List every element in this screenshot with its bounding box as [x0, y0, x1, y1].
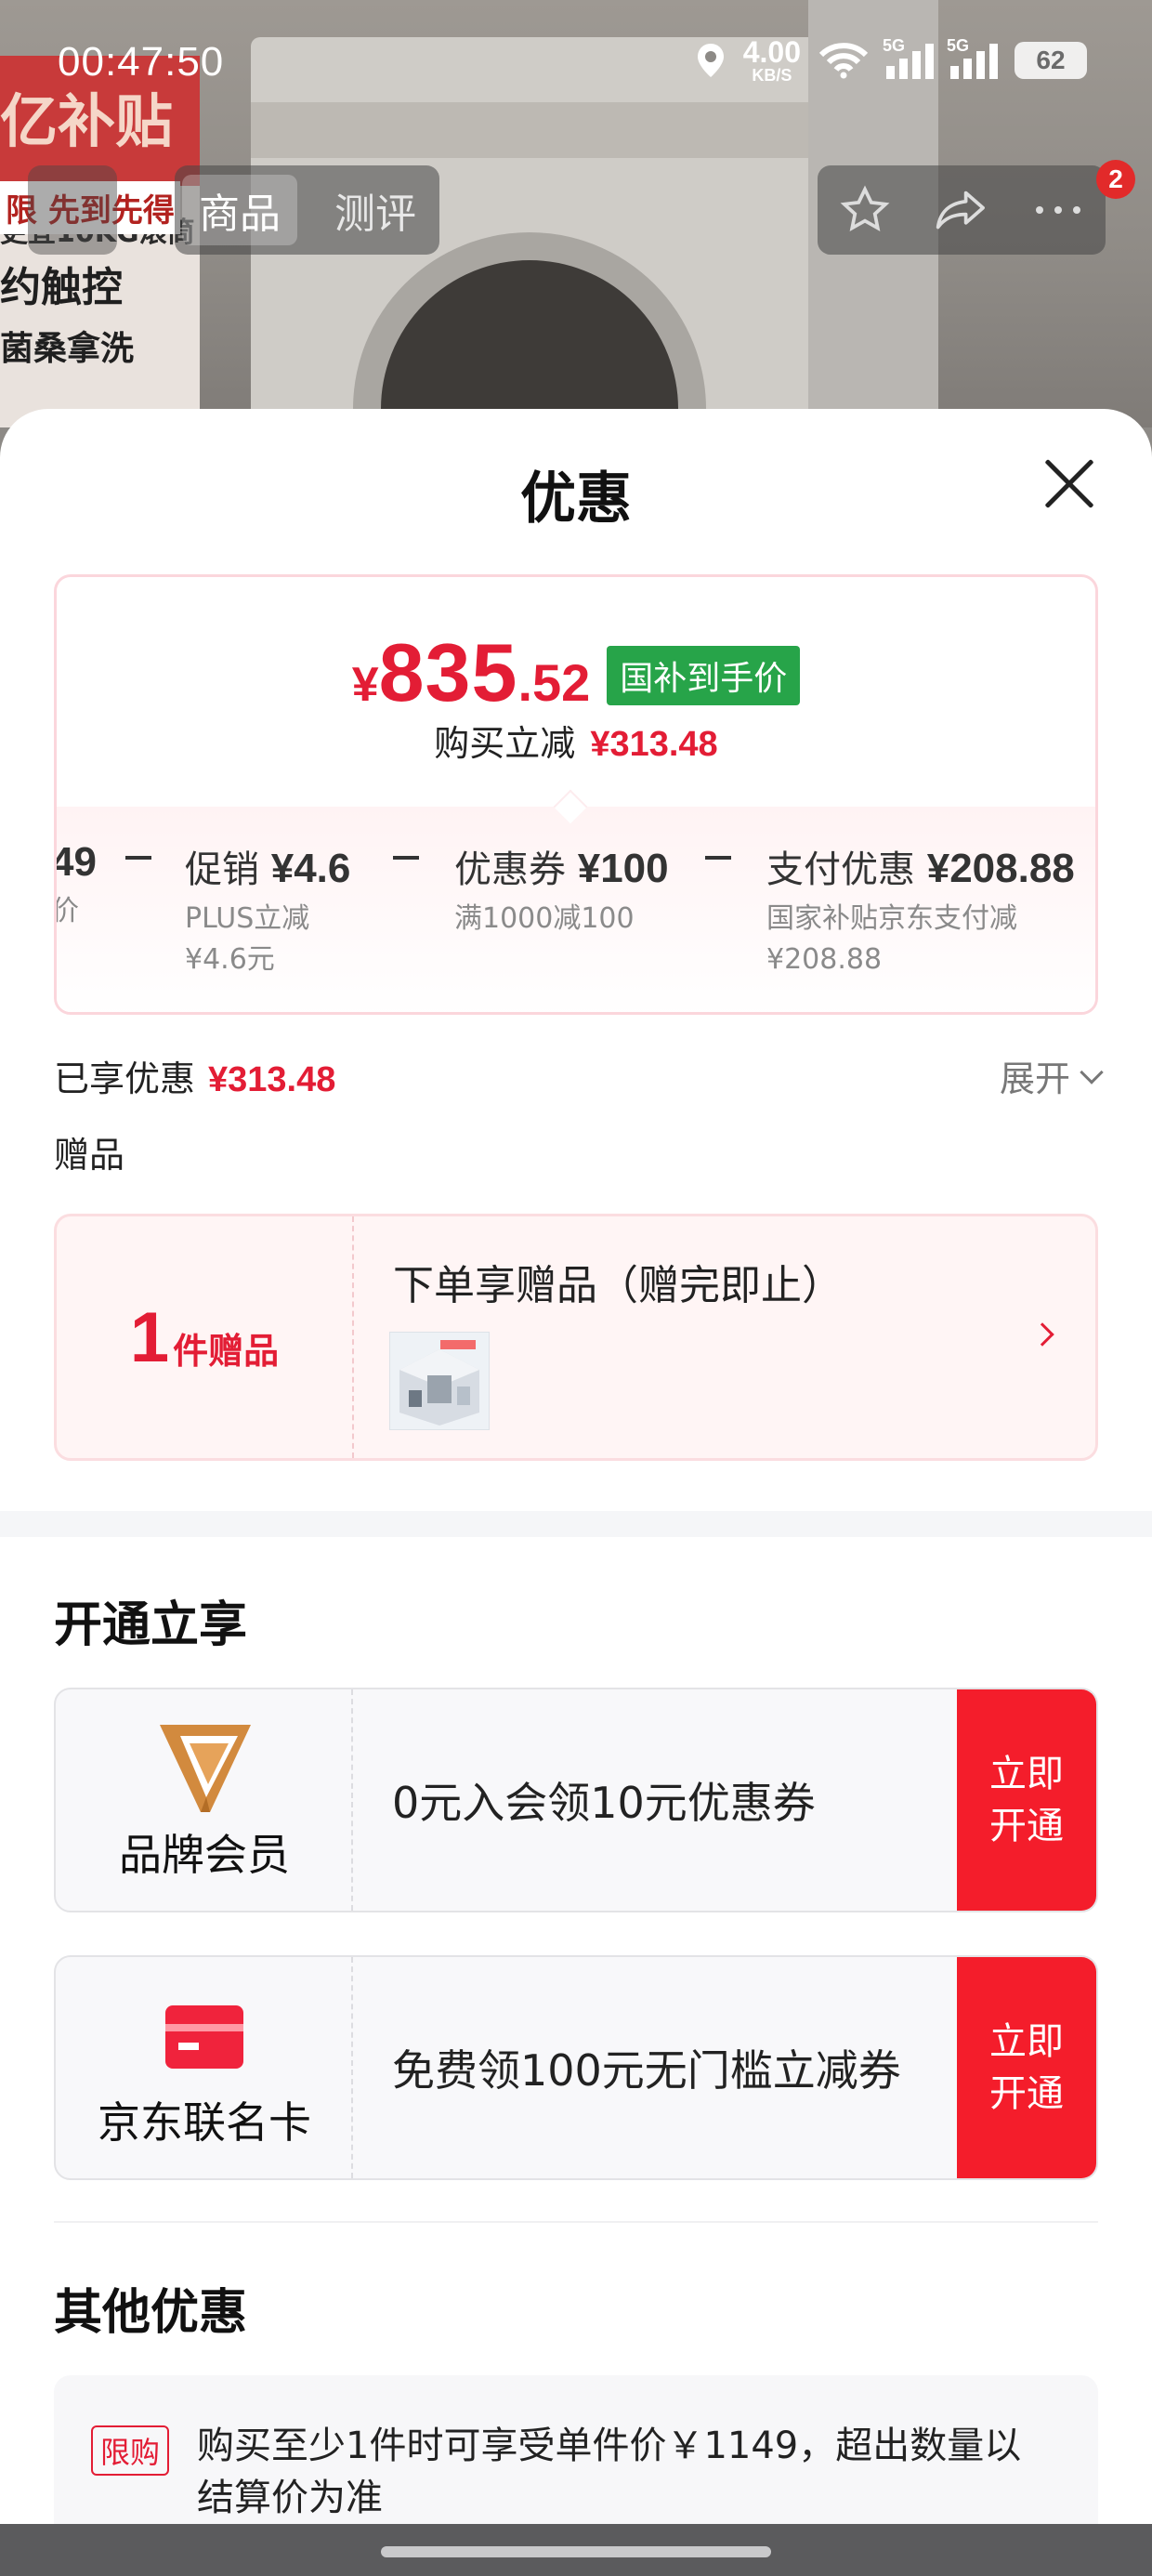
instant-reduction: 购买立减 ¥313.48 — [57, 715, 1095, 766]
breakdown-sub: 满1000减100 — [454, 902, 635, 935]
brand-v-icon — [160, 1725, 251, 1812]
gift-image-icon — [390, 1333, 489, 1429]
brand-member-label: 品牌会员 — [119, 1830, 290, 1880]
location-icon — [697, 44, 724, 77]
net-speed-unit: KB/S — [752, 66, 792, 85]
breakdown-sub: 价 — [54, 895, 79, 927]
chevron-right-icon — [1030, 1322, 1054, 1347]
breakdown-value: ¥100 — [577, 846, 669, 891]
separator-line — [54, 2221, 1098, 2223]
brand-member-desc: 0元入会领10元优惠券 — [392, 1778, 816, 1828]
limit-text: 购买至少1件时可享受单件价￥1149，超出数量以结算价为准 — [197, 2425, 1022, 2519]
breakdown-head: 优惠券 — [454, 848, 566, 891]
clock: 00:47:50 — [58, 39, 225, 85]
battery-icon: 62 — [1015, 42, 1087, 79]
reduction-label: 购买立减 — [434, 723, 576, 764]
open-cobrand-card-button[interactable]: 立即开通 — [957, 1957, 1096, 2178]
breakdown-head: 支付优惠 — [766, 848, 915, 891]
top-actions — [818, 165, 1106, 255]
home-indicator[interactable] — [381, 2546, 771, 2557]
gift-count: 1 件赠品 — [57, 1216, 354, 1458]
section-divider — [0, 1511, 1152, 1537]
share-icon[interactable] — [934, 184, 989, 236]
tab-product[interactable]: 商品 — [182, 175, 297, 245]
more-icon[interactable] — [1032, 201, 1084, 219]
credit-card-icon — [165, 2005, 243, 2069]
message-badge: 2 — [1096, 160, 1135, 199]
gift-section-label: 赠品 — [54, 1135, 125, 1176]
price-decimal: .52 — [517, 653, 591, 712]
breakdown-item: 49 价 — [54, 839, 97, 932]
cobrand-left: 京东联名卡 — [56, 1957, 353, 2178]
cobrand-label: 京东联名卡 — [98, 2097, 311, 2148]
cell-signal-2-icon: 5G — [947, 36, 998, 79]
open-brand-member-button[interactable]: 立即开通 — [957, 1689, 1096, 1911]
wifi-icon — [818, 43, 869, 79]
breakdown-item: 优惠券 ¥100 满1000减100 — [454, 839, 669, 940]
gift-thumbnail[interactable] — [389, 1332, 490, 1430]
breakdown-head: 促销 — [185, 848, 259, 891]
net-speed-value: 4.00 — [742, 35, 801, 69]
price-integer: 835 — [378, 626, 518, 718]
breakdown-sub: 国家补贴京东支付减 — [766, 902, 1017, 935]
breakdown-sub: PLUS立减 — [185, 902, 310, 935]
breakdown-value: ¥4.6 — [270, 846, 351, 891]
other-section-title: 其他优惠 — [54, 2285, 248, 2341]
cobrand-card: 京东联名卡 免费领100元无门槛立减券 立即开通 — [54, 1955, 1098, 2180]
discount-sheet: 优惠 ¥ 835 .52 国补到手价 购买立减 ¥313.48 49 价 促销 ¥… — [0, 409, 1152, 2576]
final-price: ¥ 835 .52 国补到手价 — [57, 625, 1095, 720]
price-currency: ¥ — [351, 658, 379, 712]
gift-count-unit: 件赠品 — [173, 1330, 280, 1372]
expand-label: 展开 — [999, 1058, 1070, 1099]
sig1-label: 5G — [883, 36, 906, 55]
product-top-nav: 商品 测评 2 — [0, 160, 1152, 255]
back-button[interactable] — [28, 165, 117, 255]
network-speed: 4.00 KB/S — [743, 37, 801, 84]
breakdown-sub2: ¥4.6元 — [185, 943, 275, 976]
minus-sign — [393, 856, 419, 860]
enjoyed-discount: 已享优惠 ¥313.48 — [54, 1050, 335, 1101]
gift-card[interactable]: 1 件赠品 下单享赠品（赠完即止） — [54, 1214, 1098, 1461]
star-icon[interactable] — [839, 184, 891, 236]
subsidy-price-tag: 国补到手价 — [607, 646, 801, 705]
reduction-value: ¥313.48 — [590, 725, 718, 764]
minus-sign — [125, 856, 151, 860]
sig2-label: 5G — [947, 36, 970, 55]
chevron-down-icon — [1080, 1059, 1104, 1084]
enjoyed-value: ¥313.48 — [208, 1060, 336, 1099]
sheet-title: 优惠 — [520, 467, 632, 532]
cell-signal-1-icon: 5G — [883, 36, 934, 79]
poster-line5: 菌桑拿洗 — [0, 330, 135, 368]
status-bar: 00:47:50 4.00 KB/S 5G 5G 62 — [0, 0, 1152, 121]
poster-line4: 约触控 — [0, 264, 123, 311]
tab-review[interactable]: 测评 — [334, 180, 416, 240]
cobrand-desc: 免费领100元无门槛立减券 — [392, 2045, 901, 2096]
breakdown-item: 支付优惠 ¥208.88 国家补贴京东支付减 ¥208.88 — [766, 839, 1075, 980]
gift-count-number: 1 — [129, 1297, 170, 1377]
discount-breakdown[interactable]: 49 价 促销 ¥4.6 PLUS立减 ¥4.6元 优惠券 ¥100 满1000… — [54, 839, 1095, 1012]
gesture-bar — [0, 2524, 1152, 2576]
breakdown-head: 49 — [54, 839, 97, 885]
close-icon[interactable] — [1042, 457, 1094, 509]
breakdown-item: 促销 ¥4.6 PLUS立减 ¥4.6元 — [185, 839, 350, 980]
expand-toggle[interactable]: 展开 — [999, 1050, 1104, 1101]
brand-member-left: 品牌会员 — [56, 1689, 353, 1911]
membership-section-title: 开通立享 — [54, 1597, 248, 1653]
status-icons: 4.00 KB/S 5G 5G 62 — [695, 36, 1087, 84]
enjoyed-label: 已享优惠 — [54, 1058, 196, 1099]
breakdown-value: ¥208.88 — [926, 846, 1075, 891]
brand-member-card: 品牌会员 0元入会领10元优惠券 立即开通 — [54, 1688, 1098, 1912]
product-tabs: 商品 测评 — [175, 165, 439, 255]
limit-tag: 限购 — [91, 2425, 170, 2476]
breakdown-sub2: ¥208.88 — [766, 943, 883, 976]
price-summary-card: ¥ 835 .52 国补到手价 购买立减 ¥313.48 49 价 促销 ¥4.6… — [54, 574, 1098, 1015]
minus-sign — [705, 856, 731, 860]
gift-title: 下单享赠品（赠完即止） — [393, 1262, 843, 1309]
